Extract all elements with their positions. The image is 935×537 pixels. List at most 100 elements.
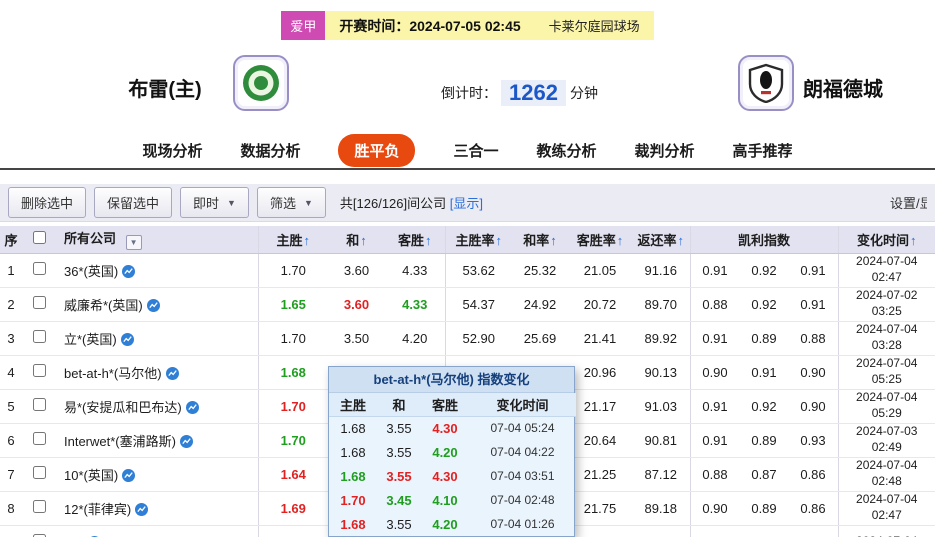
popup-draw-odds: 3.45 <box>386 492 412 508</box>
sort-asc-icon[interactable]: ↑ <box>304 233 311 248</box>
return-rate: 89.92 <box>632 321 691 356</box>
instant-dropdown[interactable]: 即时 ▼ <box>180 187 249 218</box>
return-rate: 89.18 <box>632 491 691 526</box>
col-home-odds[interactable]: 主胜↑ <box>258 226 328 254</box>
change-clock: 05:25 <box>871 372 902 386</box>
sort-asc-icon[interactable]: ↑ <box>617 233 624 248</box>
row-checkbox[interactable] <box>32 262 46 275</box>
company-cell[interactable]: 18* <box>56 525 259 537</box>
sort-asc-icon[interactable]: ↑ <box>550 233 557 248</box>
kelly-draw: 0.89 <box>751 432 777 448</box>
row-select <box>22 253 56 288</box>
row-checkbox[interactable] <box>32 432 46 445</box>
away-rate: 21.25 <box>568 457 632 492</box>
row-checkbox[interactable] <box>32 500 46 513</box>
company-cell[interactable]: 36*(英国) <box>56 253 259 288</box>
popup-draw-odds: 3.55 <box>386 468 412 484</box>
col-draw-odds[interactable]: 和↑ <box>328 226 385 254</box>
row-checkbox[interactable] <box>32 364 46 377</box>
popup-odds-row: 1.68 3.55 4.30 07-04 03:51 <box>329 464 576 488</box>
sort-asc-icon[interactable]: ↑ <box>678 233 685 248</box>
keep-selected-button[interactable]: 保留选中 <box>94 187 173 218</box>
venue: 卡莱尔庭园球场 <box>548 19 640 34</box>
home-odds: 1.69 <box>258 491 328 526</box>
row-checkbox[interactable] <box>32 330 46 343</box>
company-trend-icon[interactable] <box>146 298 160 312</box>
col-away-rate[interactable]: 客胜率↑ <box>568 226 632 254</box>
home-rate: 54.37 <box>445 287 512 322</box>
row-seq: 4 <box>0 355 22 390</box>
row-seq: 2 <box>0 287 22 322</box>
table-row[interactable]: 3 立*(英国) 1.70 3.50 4.20 52.90 25.69 21.4… <box>0 321 935 356</box>
sort-asc-icon[interactable]: ↑ <box>496 233 503 248</box>
company-trend-icon[interactable] <box>179 434 193 448</box>
delete-selected-button[interactable]: 删除选中 <box>8 187 87 218</box>
company-trend-icon[interactable] <box>120 332 134 346</box>
tab-data-analysis[interactable]: 数据分析 <box>240 140 300 161</box>
chevron-down-icon: ▼ <box>227 197 236 208</box>
company-cell[interactable]: 12*(菲律宾) <box>56 491 259 526</box>
away-odds: 4.33 <box>385 287 446 322</box>
company-cell[interactable]: 10*(英国) <box>56 457 259 492</box>
col-return-rate[interactable]: 返还率↑ <box>632 226 691 254</box>
col-home-rate[interactable]: 主胜率↑ <box>445 226 512 254</box>
league-badge[interactable]: 爱甲 <box>281 11 326 40</box>
filter-dropdown-label: 筛选 <box>269 196 296 211</box>
company-trend-icon[interactable] <box>165 366 179 380</box>
col-company-label: 所有公司 <box>64 231 117 247</box>
row-checkbox[interactable] <box>32 398 46 411</box>
sort-asc-icon[interactable]: ↑ <box>910 233 917 248</box>
kelly-home: 0.88 <box>702 466 728 482</box>
row-seq: 6 <box>0 423 22 458</box>
company-name: 易*(安提瓜和巴布达) <box>64 399 182 415</box>
company-cell[interactable]: bet-at-h*(马尔他) <box>56 355 259 390</box>
company-cell[interactable]: 易*(安提瓜和巴布达) <box>56 389 259 424</box>
company-cell[interactable]: 威廉希*(英国) <box>56 287 259 322</box>
popup-header-row: 主胜 和 客胜 变化时间 <box>329 393 576 417</box>
row-seq: 3 <box>0 321 22 356</box>
tab-live-analysis[interactable]: 现场分析 <box>142 140 202 161</box>
tab-coach-analysis[interactable]: 教练分析 <box>537 140 597 161</box>
change-date: 2024-07-04 <box>856 322 918 337</box>
tab-win-draw-lose[interactable]: 胜平负 <box>338 133 416 167</box>
row-checkbox[interactable] <box>32 466 46 479</box>
show-link[interactable]: [显示] <box>450 196 483 211</box>
kelly-cell: 0.90 0.89 0.86 <box>690 491 839 526</box>
kelly-home: 0.88 <box>702 296 728 312</box>
row-checkbox[interactable] <box>32 296 46 309</box>
col-away-odds[interactable]: 客胜↑ <box>385 226 446 254</box>
col-company[interactable]: 所有公司 ▼ <box>56 226 259 254</box>
change-clock: 02:47 <box>871 508 902 522</box>
kelly-home: 0.91 <box>702 262 728 278</box>
popup-title: bet-at-h*(马尔他) 指数变化 <box>329 367 574 393</box>
col-change-time[interactable]: 变化时间↑ <box>838 226 935 254</box>
company-count-text: 共[126/126]间公司 <box>339 196 447 211</box>
away-rate: 21.41 <box>568 321 632 356</box>
col-select-all <box>22 226 56 254</box>
tab-three-in-one[interactable]: 三合一 <box>453 140 498 161</box>
company-trend-icon[interactable] <box>135 502 149 516</box>
filter-dropdown[interactable]: 筛选 ▼ <box>256 187 326 218</box>
kelly-away: 0.93 <box>800 432 826 448</box>
nav-tabs: 现场分析 数据分析 胜平负 三合一 教练分析 裁判分析 高手推荐 <box>0 132 935 170</box>
company-trend-icon[interactable] <box>185 400 199 414</box>
select-all-checkbox[interactable] <box>32 231 46 245</box>
tab-referee-analysis[interactable]: 裁判分析 <box>635 140 695 161</box>
draw-rate: 24.92 <box>512 287 568 322</box>
sort-asc-icon[interactable]: ↑ <box>425 233 432 248</box>
table-row[interactable]: 1 36*(英国) 1.70 3.60 4.33 53.62 25.32 21.… <box>0 253 935 288</box>
toolbar: 删除选中 保留选中 即时 ▼ 筛选 ▼ 共[126/126]间公司 [显示] 设… <box>0 184 935 222</box>
sort-asc-icon[interactable]: ↑ <box>360 233 367 248</box>
tab-expert-picks[interactable]: 高手推荐 <box>733 140 793 161</box>
away-rate: 20.72 <box>568 287 632 322</box>
row-select <box>22 321 56 356</box>
company-filter-icon[interactable]: ▼ <box>125 235 142 251</box>
company-trend-icon[interactable] <box>122 468 136 482</box>
settings-link[interactable]: 设置/显示 <box>890 193 927 212</box>
company-trend-icon[interactable] <box>122 264 136 278</box>
table-row[interactable]: 2 威廉希*(英国) 1.65 3.60 4.33 54.37 24.92 20… <box>0 287 935 322</box>
kelly-cell: 0.91 0.92 0.91 <box>690 253 839 288</box>
company-cell[interactable]: Interwet*(塞浦路斯) <box>56 423 259 458</box>
company-cell[interactable]: 立*(英国) <box>56 321 259 356</box>
col-draw-rate[interactable]: 和率↑ <box>512 226 568 254</box>
